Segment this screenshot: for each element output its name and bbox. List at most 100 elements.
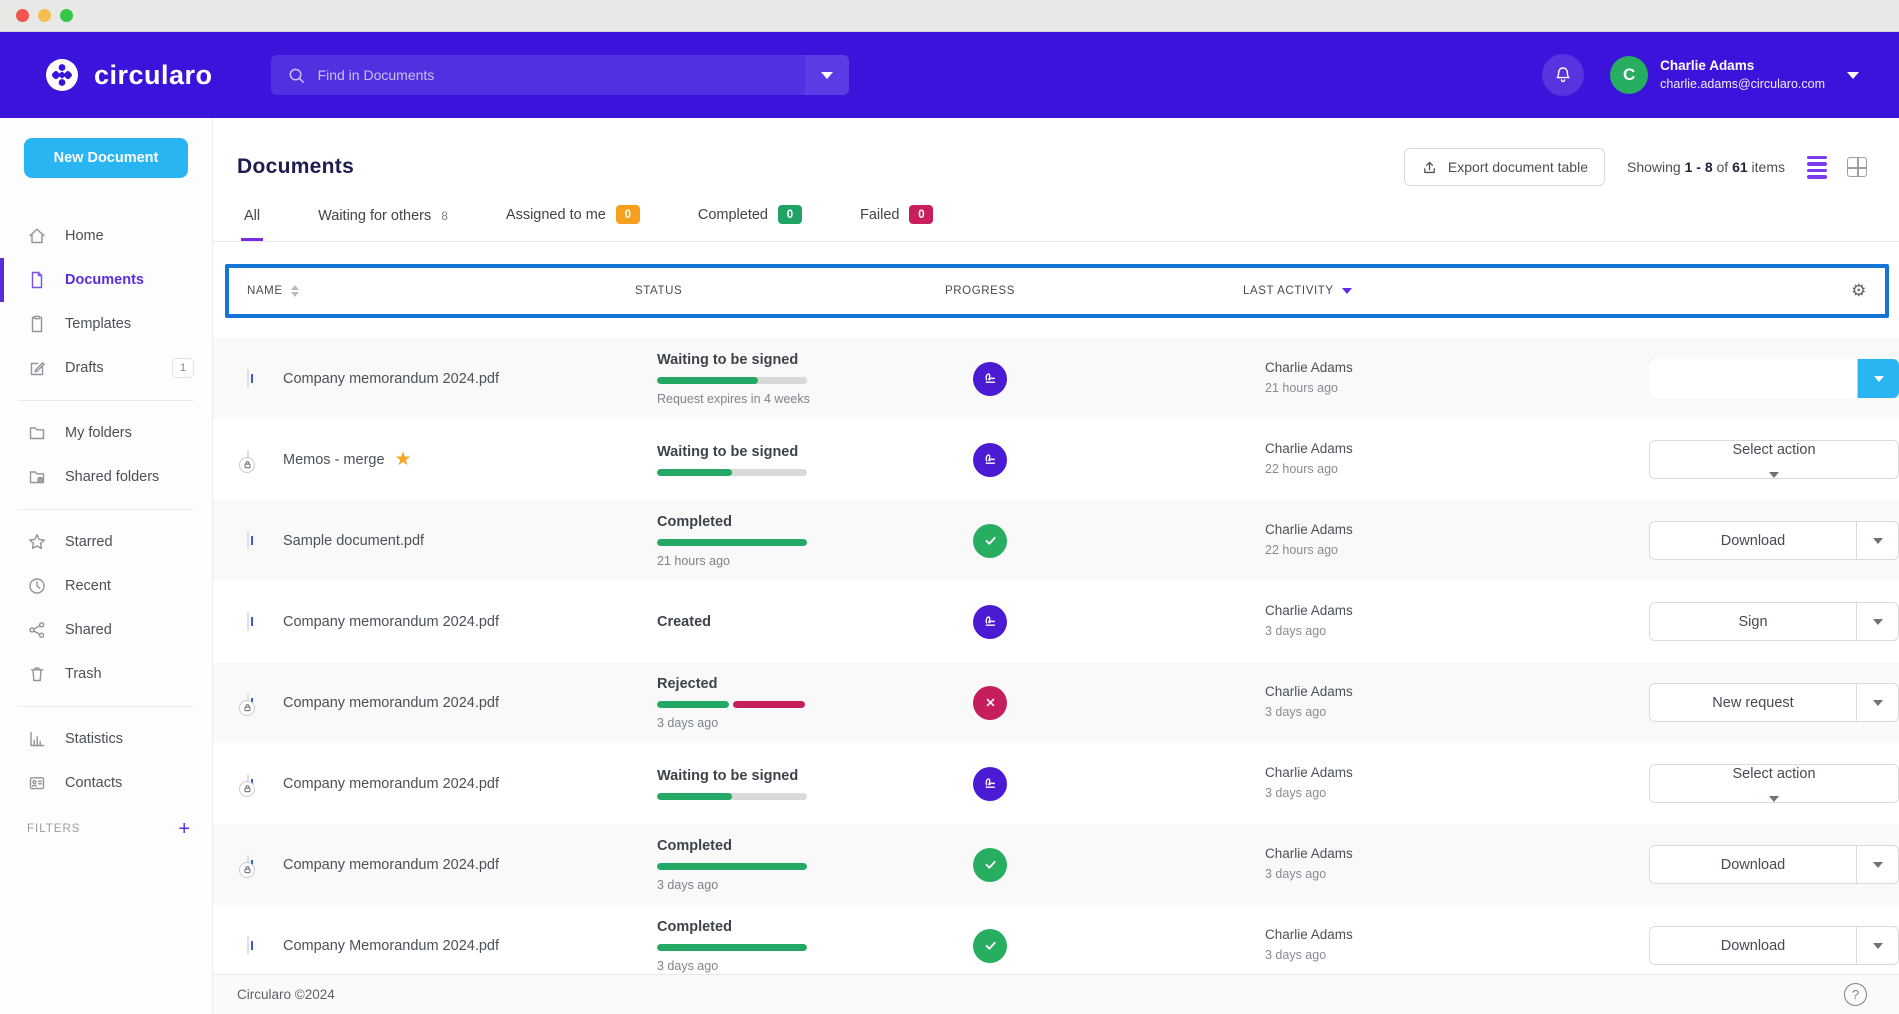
sidebar-item-recent[interactable]: Recent	[0, 564, 212, 608]
sidebar-item-label: Documents	[65, 272, 144, 288]
tab-failed[interactable]: Failed0	[857, 205, 937, 241]
sidebar-item-templates[interactable]: Templates	[0, 302, 212, 346]
sidebar-item-starred[interactable]: Starred	[0, 520, 212, 564]
clock-icon	[27, 576, 47, 596]
table-row[interactable]: Company memorandum 2024.pdf Created Char…	[213, 581, 1899, 662]
bell-icon	[1553, 65, 1573, 85]
action-dropdown-toggle[interactable]	[1857, 359, 1899, 398]
sidebar-item-contacts[interactable]: Contacts	[0, 761, 212, 805]
row-action-button-sign[interactable]: Sign	[1649, 602, 1899, 641]
sidebar-item-documents[interactable]: Documents	[0, 258, 212, 302]
list-view-icon[interactable]	[1807, 156, 1827, 179]
search-icon	[271, 66, 318, 85]
table-row[interactable]: Memos - merge ★ Waiting to be signed Cha…	[213, 419, 1899, 500]
status-progress-bar	[657, 539, 807, 546]
column-header-last-activity[interactable]: LAST ACTIVITY	[1243, 285, 1627, 297]
export-icon	[1421, 159, 1438, 176]
search-input[interactable]	[318, 67, 805, 83]
sidebar-item-label: Statistics	[65, 731, 123, 747]
row-action-button-select-action[interactable]: Select action	[1649, 440, 1899, 479]
action-dropdown-toggle[interactable]	[1856, 927, 1898, 964]
document-name[interactable]: Company memorandum 2024.pdf	[283, 857, 499, 873]
last-activity-user: Charlie Adams	[1265, 520, 1649, 541]
sidebar-item-my-folders[interactable]: My folders	[0, 411, 212, 455]
user-menu[interactable]: C Charlie Adams charlie.adams@circularo.…	[1610, 56, 1859, 94]
search-scope-dropdown[interactable]	[805, 55, 849, 95]
status-progress-bar	[657, 944, 807, 951]
progress-segment-green	[657, 863, 807, 870]
row-action-button-remind[interactable]: Remind	[1649, 359, 1899, 398]
column-header-progress[interactable]: PROGRESS	[945, 285, 1243, 297]
sidebar-item-drafts[interactable]: Drafts 1	[0, 346, 212, 390]
page-footer: Circularo ©2024 ?	[213, 974, 1899, 1014]
main-content: Documents Export document table Showing …	[213, 118, 1899, 1014]
grid-view-icon[interactable]	[1847, 157, 1867, 177]
tab-all[interactable]: All	[241, 208, 263, 241]
last-activity-user: Charlie Adams	[1265, 925, 1649, 946]
chevron-down-icon	[1873, 862, 1883, 868]
last-activity-user: Charlie Adams	[1265, 682, 1649, 703]
progress-segment-green	[657, 469, 732, 476]
tab-waiting-for-others[interactable]: Waiting for others8	[315, 208, 451, 241]
row-action-button-download[interactable]: Download	[1649, 926, 1899, 965]
sidebar-item-label: Drafts	[65, 360, 104, 376]
status-subtext: 3 days ago	[657, 959, 937, 973]
tab-completed[interactable]: Completed0	[695, 205, 805, 241]
help-icon[interactable]: ?	[1844, 983, 1867, 1006]
column-header-status[interactable]: STATUS	[635, 285, 945, 297]
action-dropdown-toggle[interactable]	[1856, 684, 1898, 721]
action-dropdown-toggle[interactable]	[1856, 603, 1898, 640]
zoom-window-button[interactable]	[60, 9, 73, 22]
document-file-icon	[247, 693, 249, 712]
starred-icon[interactable]: ★	[395, 450, 412, 469]
export-document-table-button[interactable]: Export document table	[1404, 148, 1605, 186]
last-activity-time: 21 hours ago	[1265, 379, 1649, 398]
row-action-button-download[interactable]: Download	[1649, 521, 1899, 560]
sort-icon[interactable]	[291, 285, 299, 297]
table-row[interactable]: Company memorandum 2024.pdf Rejected 3 d…	[213, 662, 1899, 743]
sidebar-item-shared-folders[interactable]: Shared folders	[0, 455, 212, 499]
close-window-button[interactable]	[16, 9, 29, 22]
last-activity-time: 3 days ago	[1265, 703, 1649, 722]
table-row[interactable]: Company Memorandum 2024.pdf Completed 3 …	[213, 905, 1899, 974]
sidebar-nav: Home Documents Templates Drafts 1 My fol…	[0, 214, 212, 805]
sidebar-item-shared[interactable]: Shared	[0, 608, 212, 652]
row-action-button-download[interactable]: Download	[1649, 845, 1899, 884]
table-settings-gear-icon[interactable]: ⚙	[1851, 281, 1877, 301]
sidebar-item-statistics[interactable]: Statistics	[0, 717, 212, 761]
action-dropdown-toggle[interactable]	[1856, 522, 1898, 559]
document-name[interactable]: Company memorandum 2024.pdf	[283, 371, 499, 387]
document-name[interactable]: Memos - merge	[283, 452, 385, 468]
row-action-button-select-action[interactable]: Select action	[1649, 764, 1899, 803]
document-name[interactable]: Company Memorandum 2024.pdf	[283, 938, 499, 954]
status-text: Created	[657, 614, 937, 630]
document-name[interactable]: Company memorandum 2024.pdf	[283, 776, 499, 792]
tab-assigned-to-me[interactable]: Assigned to me0	[503, 205, 643, 241]
search-bar	[271, 55, 849, 95]
status-subtext: 3 days ago	[657, 878, 937, 892]
document-name[interactable]: Sample document.pdf	[283, 533, 424, 549]
notifications-button[interactable]	[1542, 54, 1584, 96]
check-status-icon	[973, 524, 1007, 558]
table-row[interactable]: Company memorandum 2024.pdf Completed 3 …	[213, 824, 1899, 905]
chevron-down-icon	[1873, 538, 1883, 544]
document-name[interactable]: Company memorandum 2024.pdf	[283, 614, 499, 630]
minimize-window-button[interactable]	[38, 9, 51, 22]
lock-icon	[239, 457, 255, 473]
action-dropdown-toggle[interactable]	[1856, 846, 1898, 883]
lock-icon	[239, 862, 255, 878]
table-row[interactable]: Sample document.pdf Completed 21 hours a…	[213, 500, 1899, 581]
sidebar-item-trash[interactable]: Trash	[0, 652, 212, 696]
new-document-button[interactable]: New Document	[24, 138, 188, 178]
document-name[interactable]: Company memorandum 2024.pdf	[283, 695, 499, 711]
last-activity-time: 22 hours ago	[1265, 541, 1649, 560]
add-filter-button[interactable]: +	[178, 819, 190, 839]
sidebar-item-home[interactable]: Home	[0, 214, 212, 258]
column-header-name[interactable]: NAME	[237, 285, 635, 297]
user-name: Charlie Adams	[1660, 57, 1825, 75]
table-row[interactable]: Company memorandum 2024.pdf Waiting to b…	[213, 743, 1899, 824]
status-subtext: 3 days ago	[657, 716, 937, 730]
row-action-button-new-request[interactable]: New request	[1649, 683, 1899, 722]
circularo-logo[interactable]: circularo	[42, 55, 213, 95]
table-row[interactable]: Company memorandum 2024.pdf Waiting to b…	[213, 338, 1899, 419]
